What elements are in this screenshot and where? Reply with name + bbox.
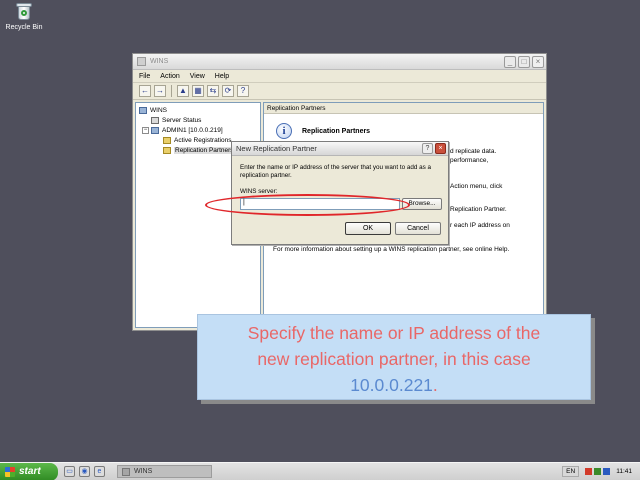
explorer-icon[interactable]: ◉ [79, 466, 90, 477]
menu-file[interactable]: File [139, 73, 150, 80]
tray-icons [585, 468, 611, 475]
caption-period: . [432, 375, 438, 395]
show-tree-icon[interactable]: ▦ [192, 85, 204, 97]
recycle-bin[interactable]: Recycle Bin [4, 2, 44, 31]
window-title: WINS [150, 58, 169, 65]
taskbar: start ▭ ◉ e WINS EN 11:41 [0, 462, 640, 480]
up-level-icon[interactable]: ▲ [177, 85, 189, 97]
menu-bar: File Action View Help [133, 70, 546, 83]
highlight-ellipse [205, 194, 410, 216]
detail-text-line: d replicate data. [450, 148, 497, 155]
caption-line-1: Specify the name or IP address of the [247, 323, 541, 343]
caption-line-3: 10.0.0.221. [198, 372, 590, 398]
info-icon: i [276, 123, 292, 139]
dialog-instructions: Enter the name or IP address of the serv… [240, 164, 432, 179]
menu-view[interactable]: View [190, 73, 205, 80]
tree-item-admin1[interactable]: − ADMIN1 [10.0.0.219] [139, 125, 257, 135]
minimize-button[interactable]: _ [504, 55, 516, 68]
tray-flag-icon[interactable] [585, 468, 593, 475]
export-list-icon[interactable]: ⇆ [207, 85, 219, 97]
folder-icon [163, 146, 171, 154]
cancel-button[interactable]: Cancel [395, 222, 441, 235]
caption-ip: 10.0.0.221 [350, 375, 433, 395]
detail-heading: Replication Partners [302, 128, 371, 135]
close-button[interactable]: × [532, 55, 544, 68]
system-tray: EN 11:41 [562, 463, 640, 480]
folder-icon [163, 136, 171, 144]
quick-launch: ▭ ◉ e [58, 466, 111, 477]
detail-footer: For more information about setting up a … [273, 246, 510, 253]
dialog-help-button[interactable]: ? [422, 143, 433, 154]
wins-node-icon [139, 106, 147, 114]
server-icon [151, 126, 159, 134]
new-replication-partner-dialog: New Replication Partner ? × Enter the na… [231, 141, 449, 245]
language-indicator[interactable]: EN [562, 466, 580, 477]
server-status-icon [151, 116, 159, 124]
help-icon[interactable]: ? [237, 85, 249, 97]
detail-text-line: Replication Partner. [450, 206, 507, 213]
detail-text-line: performance, [450, 157, 489, 164]
toolbar: ← → ▲ ▦ ⇆ ⟳ ? [133, 83, 546, 100]
toolbar-separator [171, 85, 172, 97]
recycle-bin-label: Recycle Bin [5, 24, 43, 31]
caption-line-2: new replication partner, in this case [257, 349, 531, 369]
tray-network-icon[interactable] [594, 468, 602, 475]
maximize-button[interactable]: □ [518, 55, 530, 68]
dialog-close-button[interactable]: × [435, 143, 446, 154]
tray-volume-icon[interactable] [603, 468, 611, 475]
start-label: start [19, 466, 41, 477]
clock: 11:41 [616, 468, 632, 475]
recycle-bin-icon [15, 2, 33, 22]
window-titlebar[interactable]: WINS _ □ × [133, 54, 546, 70]
internet-explorer-icon[interactable]: e [94, 466, 105, 477]
show-desktop-icon[interactable]: ▭ [64, 466, 75, 477]
windows-flag-icon [5, 466, 15, 477]
detail-text-line: Action menu, click [450, 183, 503, 190]
detail-header: Replication Partners [264, 103, 543, 114]
tree-item-server-status[interactable]: Server Status [139, 115, 257, 125]
dialog-titlebar[interactable]: New Replication Partner ? × [232, 142, 448, 156]
collapse-icon[interactable]: − [142, 126, 149, 134]
taskbar-item-wins[interactable]: WINS [117, 465, 212, 478]
start-button[interactable]: start [0, 462, 58, 480]
detail-text-line: r each IP address on [450, 222, 510, 229]
tree-item-wins[interactable]: WINS [139, 105, 257, 115]
wins-app-icon [137, 57, 146, 66]
menu-action[interactable]: Action [160, 73, 179, 80]
refresh-icon[interactable]: ⟳ [222, 85, 234, 97]
ok-button[interactable]: OK [345, 222, 391, 235]
back-arrow-icon[interactable]: ← [139, 85, 151, 97]
forward-arrow-icon[interactable]: → [154, 85, 166, 97]
dialog-title: New Replication Partner [236, 144, 317, 153]
wins-task-icon [122, 467, 130, 476]
tutorial-caption: Specify the name or IP address of the ne… [197, 314, 591, 400]
menu-help[interactable]: Help [215, 73, 229, 80]
